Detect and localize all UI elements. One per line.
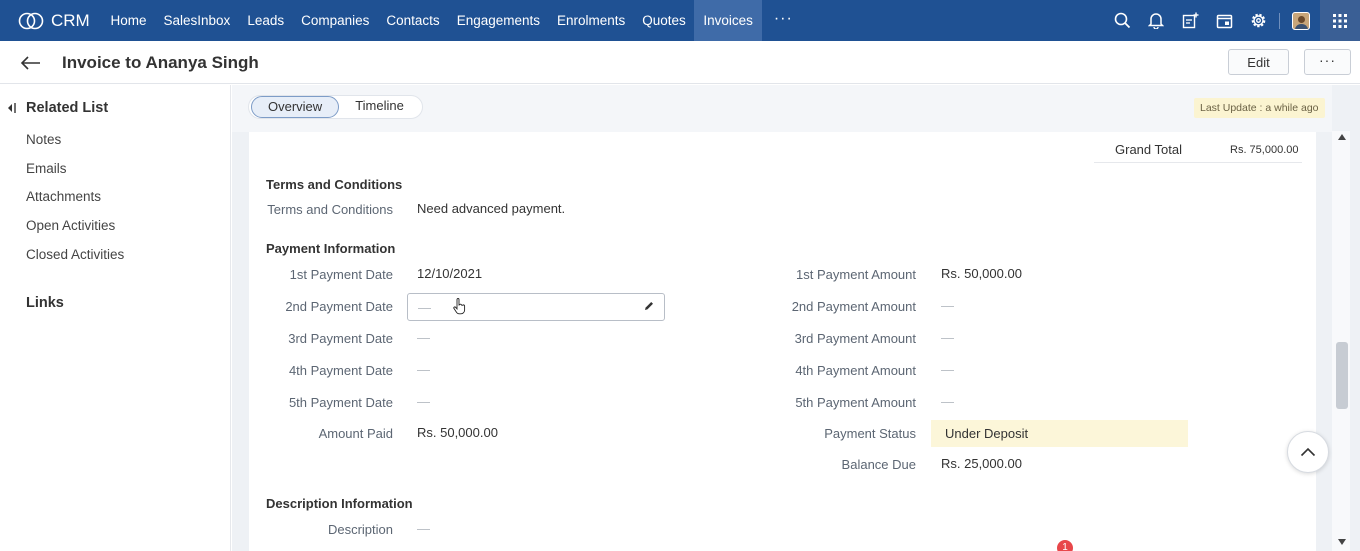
payment-amount-3-label: 3rd Payment Amount (794, 331, 916, 346)
grand-total-value: Rs. 75,000.00 (1230, 144, 1299, 156)
payment-date-3-label: 3rd Payment Date (288, 331, 393, 346)
apps-grid-icon[interactable] (1320, 0, 1360, 41)
nav-item-salesinbox[interactable]: SalesInbox (155, 0, 239, 41)
nav-item-engagements[interactable]: Engagements (448, 0, 548, 41)
nav-item-home[interactable]: Home (102, 0, 155, 41)
page-title: Invoice to Ananya Singh (62, 53, 259, 72)
nav-item-leads[interactable]: Leads (239, 0, 293, 41)
crm-logo-text: CRM (51, 10, 90, 30)
gear-icon[interactable] (1241, 0, 1275, 41)
payment-amount-4-value[interactable]: — (941, 362, 954, 377)
description-section-title: Description Information (266, 496, 413, 511)
crm-logo[interactable]: CRM (0, 0, 102, 41)
scrollbar-thumb[interactable] (1336, 342, 1348, 409)
grand-total-label: Grand Total (1115, 142, 1182, 157)
more-actions-button[interactable]: ··· (1304, 49, 1351, 75)
last-update-badge: Last Update : a while ago (1194, 98, 1325, 118)
payment-date-4-value[interactable]: — (417, 362, 430, 377)
scrollbar-track[interactable] (1332, 131, 1350, 551)
payment-status-value[interactable]: Under Deposit (945, 426, 1028, 441)
back-arrow-icon[interactable] (20, 52, 42, 74)
description-value[interactable]: — (417, 521, 430, 536)
terms-section-title: Terms and Conditions (266, 177, 403, 192)
bell-icon[interactable] (1139, 0, 1173, 41)
collapse-sidebar-icon[interactable] (7, 102, 17, 114)
payment-date-1-value[interactable]: 12/10/2021 (417, 266, 482, 281)
sidebar-item-notes[interactable]: Notes (26, 132, 61, 147)
payment-date-1-label: 1st Payment Date (289, 267, 393, 282)
nav-item-invoices[interactable]: Invoices (694, 0, 762, 41)
scroll-down-icon[interactable] (1337, 538, 1347, 546)
payment-section-title: Payment Information (266, 241, 396, 256)
related-list-sidebar: Related List Notes Emails Attachments Op… (0, 85, 231, 551)
balance-due-value[interactable]: Rs. 25,000.00 (941, 456, 1022, 471)
top-navigation: CRM Home SalesInbox Leads Companies Cont… (0, 0, 1360, 41)
calendar-icon[interactable] (1207, 0, 1241, 41)
sidebar-item-emails[interactable]: Emails (26, 161, 67, 176)
avatar[interactable] (1292, 11, 1310, 30)
hand-cursor-icon (453, 298, 466, 315)
nav-utilities (1105, 0, 1360, 41)
main-panel: Overview Timeline Last Update : a while … (232, 85, 1360, 551)
terms-label: Terms and Conditions (267, 202, 393, 217)
tab-overview[interactable]: Overview (251, 96, 340, 118)
payment-amount-1-label: 1st Payment Amount (796, 267, 916, 282)
payment-amount-2-label: 2nd Payment Amount (791, 299, 916, 314)
payment-amount-4-label: 4th Payment Amount (795, 363, 916, 378)
sidebar-item-closed-activities[interactable]: Closed Activities (26, 247, 124, 262)
record-header: Invoice to Ananya Singh Edit ··· (0, 41, 1360, 84)
balance-due-label: Balance Due (841, 457, 916, 472)
payment-date-4-label: 4th Payment Date (288, 363, 393, 378)
payment-date-5-value[interactable]: — (417, 394, 430, 409)
edit-button[interactable]: Edit (1228, 49, 1289, 75)
crm-logo-icon (18, 12, 44, 29)
nav-more-button[interactable]: ··· (762, 0, 805, 41)
nav-item-quotes[interactable]: Quotes (634, 0, 695, 41)
payment-date-2-field[interactable]: — (407, 293, 665, 321)
amount-paid-label: Amount Paid (318, 426, 393, 441)
amount-paid-value[interactable]: Rs. 50,000.00 (417, 425, 498, 440)
payment-amount-5-label: 5th Payment Amount (795, 395, 916, 410)
sidebar-item-attachments[interactable]: Attachments (26, 189, 101, 204)
payment-status-label: Payment Status (824, 426, 916, 441)
grand-total-divider (1094, 162, 1302, 163)
notification-badge[interactable]: 1 (1057, 540, 1073, 551)
sidebar-item-open-activities[interactable]: Open Activities (26, 218, 115, 233)
payment-date-3-value[interactable]: — (417, 330, 430, 345)
payment-amount-2-value[interactable]: — (941, 298, 954, 313)
new-entry-icon[interactable] (1173, 0, 1207, 41)
tabs-bar: Overview Timeline Last Update : a while … (232, 85, 1332, 132)
nav-separator (1279, 12, 1280, 29)
description-label: Description (327, 522, 393, 537)
payment-amount-5-value[interactable]: — (941, 394, 954, 409)
nav-item-contacts[interactable]: Contacts (378, 0, 448, 41)
chevron-up-icon (1300, 447, 1316, 457)
tab-timeline[interactable]: Timeline (339, 96, 420, 118)
pencil-icon[interactable] (643, 300, 655, 312)
payment-date-2-value: — (418, 300, 431, 315)
related-list-title: Related List (26, 100, 109, 116)
terms-value[interactable]: Need advanced payment. (417, 201, 565, 216)
view-tabs: Overview Timeline (248, 95, 423, 119)
payment-date-5-label: 5th Payment Date (288, 395, 393, 410)
nav-item-enrolments[interactable]: Enrolments (549, 0, 634, 41)
payment-amount-1-value[interactable]: Rs. 50,000.00 (941, 266, 1022, 281)
links-title[interactable]: Links (26, 295, 64, 311)
payment-amount-3-value[interactable]: — (941, 330, 954, 345)
scroll-up-icon[interactable] (1337, 133, 1347, 141)
record-details: Grand Total Rs. 75,000.00 Terms and Cond… (249, 132, 1316, 551)
payment-date-2-label: 2nd Payment Date (285, 299, 393, 314)
nav-item-companies[interactable]: Companies (293, 0, 378, 41)
nav-tabs: Home SalesInbox Leads Companies Contacts… (102, 0, 805, 41)
search-icon[interactable] (1105, 0, 1139, 41)
scroll-to-top-button[interactable] (1287, 431, 1329, 473)
